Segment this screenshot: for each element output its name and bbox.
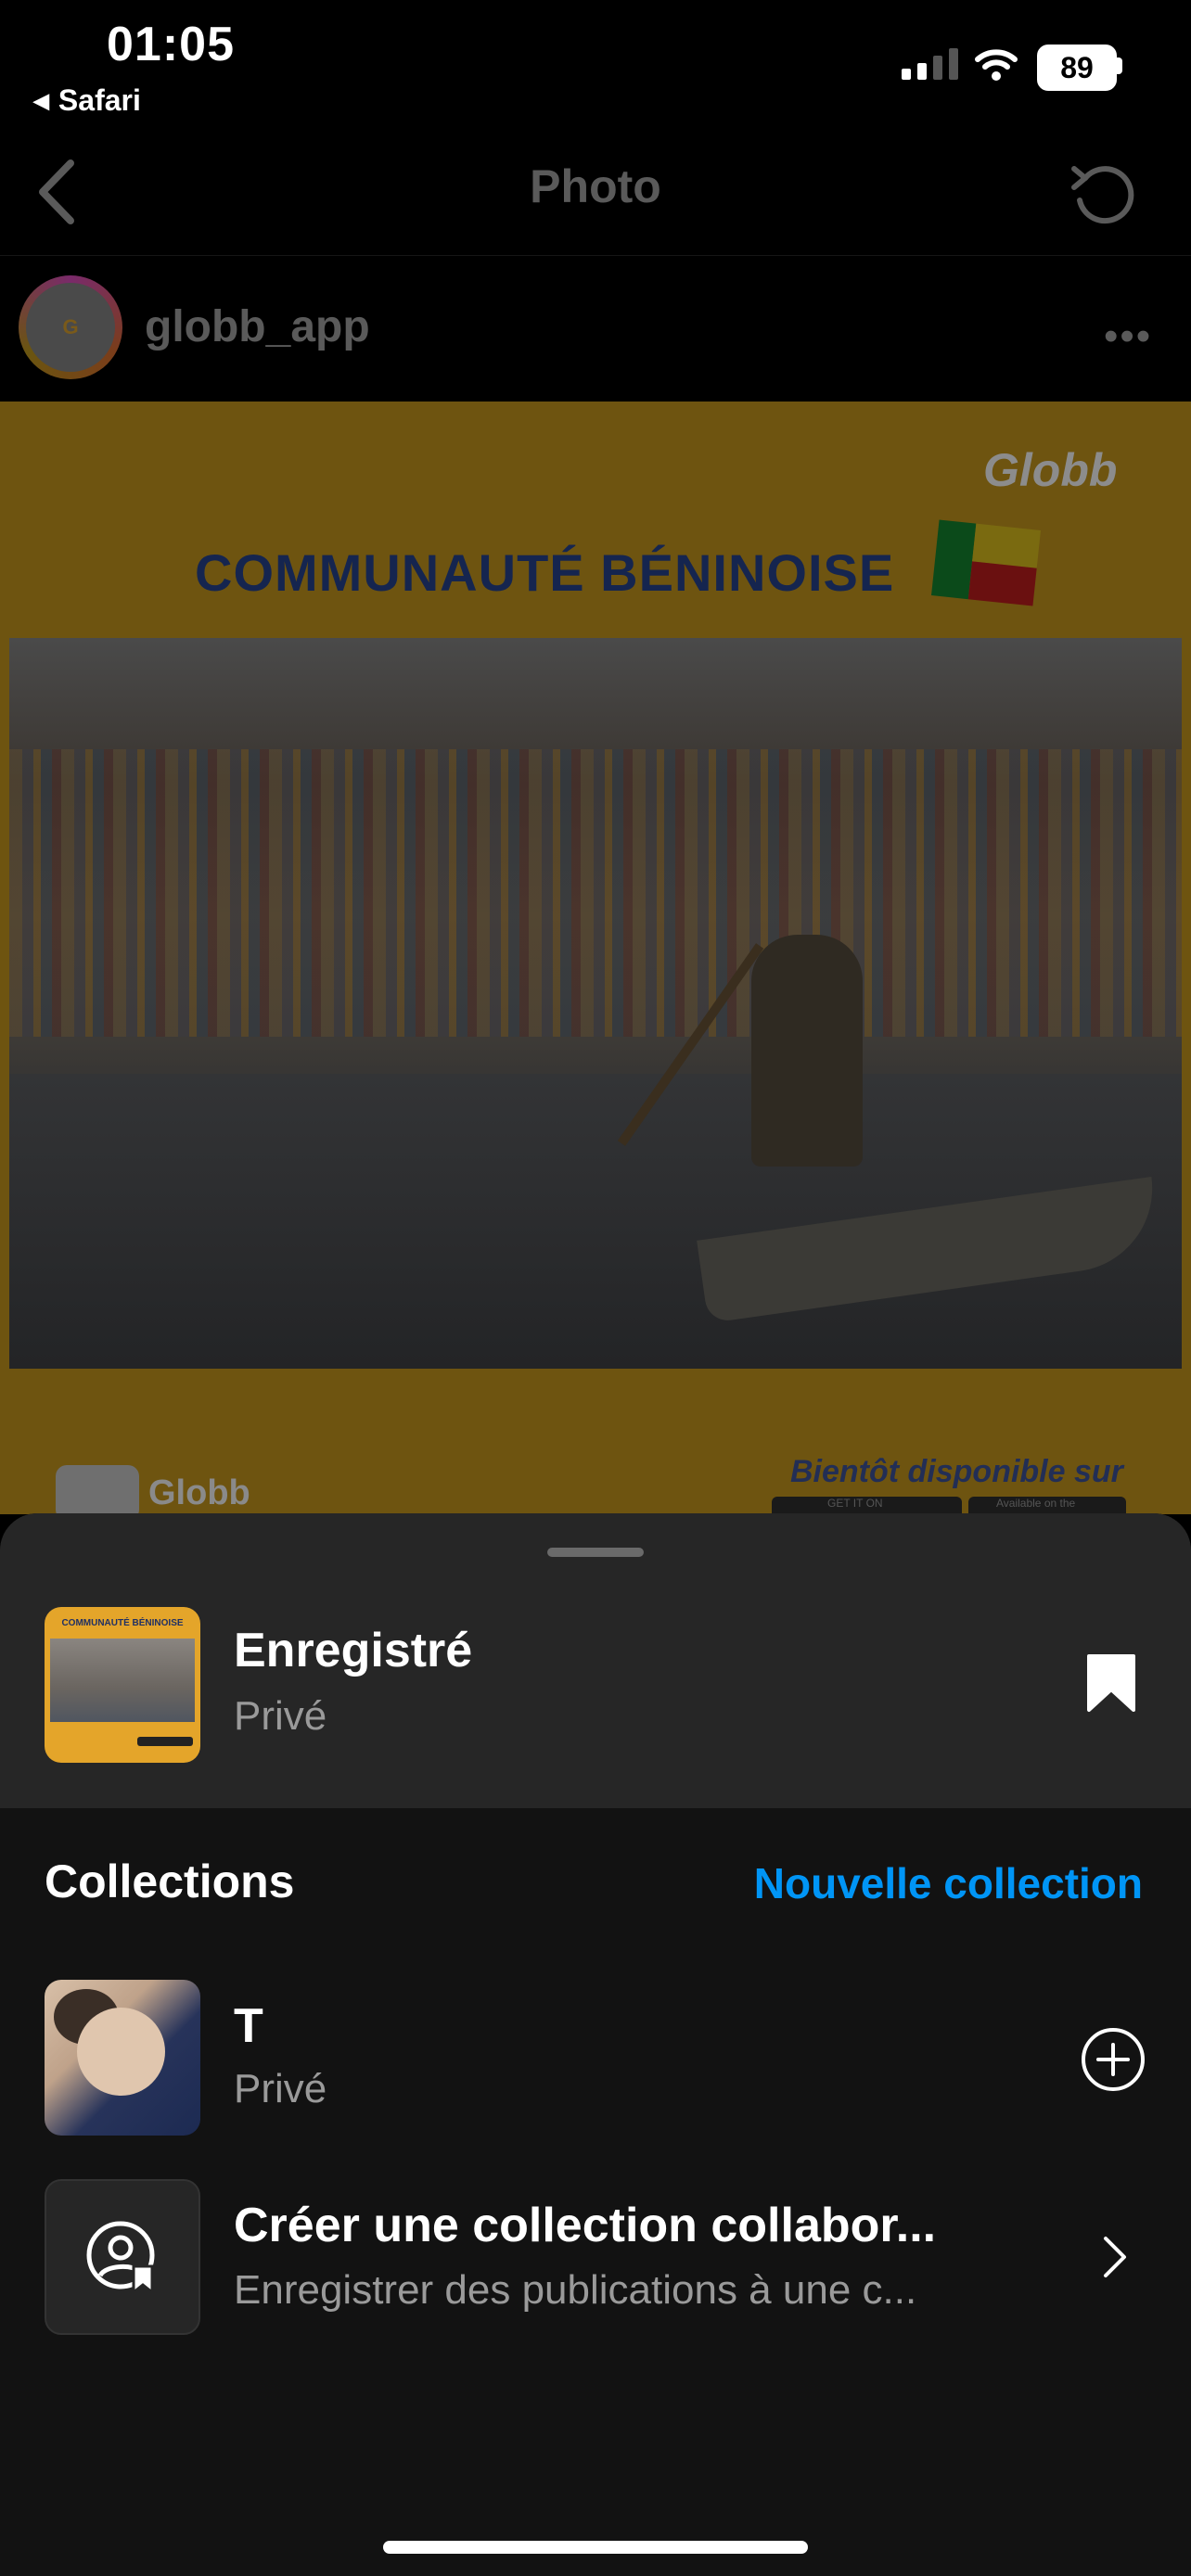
collab-collection-icon-box[interactable] <box>45 2179 200 2335</box>
cellular-signal-icon <box>902 48 958 80</box>
chevron-right-icon[interactable] <box>1102 2235 1128 2279</box>
google-play-badge: GET IT ON <box>772 1497 962 1515</box>
footer-logo-text: Globb <box>148 1473 250 1512</box>
page-title: Photo <box>530 160 661 212</box>
globb-app-icon <box>56 1465 139 1521</box>
post-headline: COMMUNAUTÉ BÉNINOISE <box>195 543 895 602</box>
battery-indicator: 89 <box>1037 45 1117 91</box>
post-logo: Globb <box>983 444 1118 496</box>
person-bookmark-icon <box>86 2221 155 2296</box>
add-to-collection-icon[interactable] <box>1080 2026 1146 2093</box>
wifi-icon <box>975 49 1018 81</box>
paddler-figure <box>751 935 863 1167</box>
avatar[interactable]: G <box>26 283 115 372</box>
collection-privacy: Privé <box>234 2066 327 2111</box>
status-time: 01:05 <box>107 18 235 71</box>
collection-name[interactable]: T <box>234 1998 263 2054</box>
home-indicator[interactable] <box>383 2541 808 2554</box>
crowd-area <box>9 749 1182 1037</box>
thumb-headline: COMMUNAUTÉ BÉNINOISE <box>61 1618 184 1628</box>
post-username[interactable]: globb_app <box>145 301 370 352</box>
refresh-icon[interactable] <box>1067 156 1141 230</box>
thumb-footer <box>137 1737 193 1746</box>
more-options-icon[interactable]: ••• <box>1104 313 1152 360</box>
app-store-badge: Available on the <box>968 1497 1126 1515</box>
thumb-face <box>77 2008 165 2096</box>
post-photo <box>9 638 1182 1369</box>
post-footer-logo: Globb <box>56 1465 250 1521</box>
create-collab-title[interactable]: Créer une collection collabor... <box>234 2198 936 2253</box>
saved-title: Enregistré <box>234 1624 473 1677</box>
back-triangle-icon: ◀ <box>33 88 49 112</box>
sheet-grabber[interactable] <box>547 1548 644 1557</box>
back-to-safari-link[interactable]: ◀ Safari <box>33 83 141 118</box>
back-app-label: Safari <box>58 83 141 117</box>
battery-cap <box>1117 57 1122 74</box>
saved-thumbnail: COMMUNAUTÉ BÉNINOISE <box>45 1607 200 1763</box>
bookmark-filled-icon[interactable] <box>1085 1652 1137 1714</box>
collections-heading: Collections <box>45 1855 295 1907</box>
saved-privacy: Privé <box>234 1693 327 1739</box>
new-collection-button[interactable]: Nouvelle collection <box>754 1858 1143 1908</box>
create-collab-subtitle: Enregistrer des publications à une c... <box>234 2267 917 2313</box>
benin-flag-icon <box>931 519 1041 606</box>
availability-text: Bientôt disponible sur <box>790 1454 1123 1489</box>
collection-thumbnail[interactable] <box>45 1980 200 2136</box>
thumb-photo <box>50 1639 195 1722</box>
